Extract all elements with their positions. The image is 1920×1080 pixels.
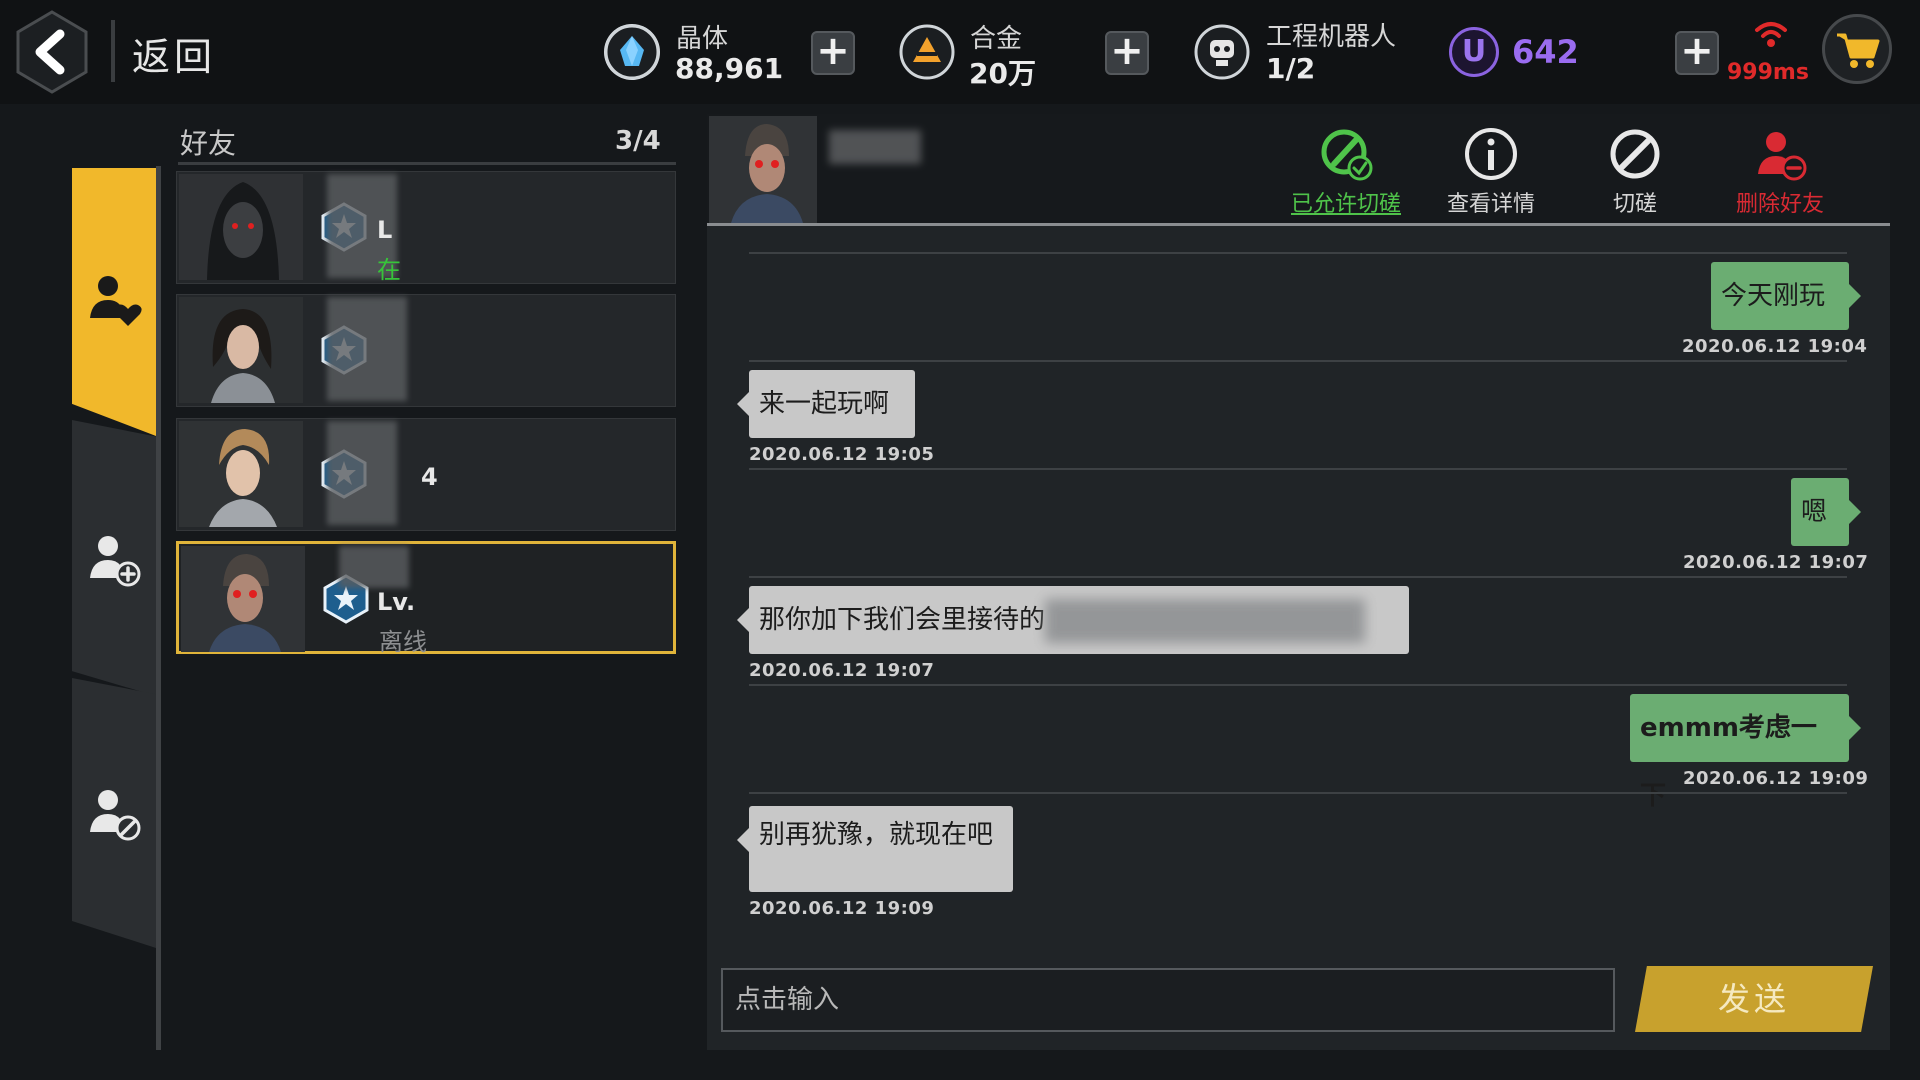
back-arrow-icon xyxy=(16,10,88,94)
divider xyxy=(749,576,1847,578)
message-timestamp: 2020.06.12 19:09 xyxy=(1683,768,1869,789)
chat-input[interactable] xyxy=(723,970,1613,1030)
redacted-name xyxy=(327,297,407,401)
friend-item[interactable]: L 在 xyxy=(176,171,676,284)
delete-friend-icon xyxy=(1758,132,1807,181)
crystal-value: 88,961 xyxy=(675,52,784,85)
divider xyxy=(749,468,1847,470)
avatar xyxy=(709,116,817,223)
robot-label: 工程机器人 xyxy=(1266,22,1397,52)
friend-level: 4 xyxy=(421,463,438,491)
friend-list-title: 好友 xyxy=(180,127,237,160)
delete-friend-button[interactable]: 删除好友 xyxy=(1715,126,1845,222)
divider xyxy=(749,360,1847,362)
message-timestamp: 2020.06.12 19:04 xyxy=(1682,336,1868,357)
avatar xyxy=(179,421,303,527)
duel-button[interactable]: 切磋 xyxy=(1570,126,1700,222)
back-label[interactable]: 返回 xyxy=(132,26,216,81)
friend-status: 在 xyxy=(377,256,401,284)
friends-heart-icon xyxy=(90,276,142,326)
redacted-text xyxy=(1045,598,1366,643)
allowed-duel-label: 已允许切磋 xyxy=(1290,192,1401,217)
crystal-icon xyxy=(604,24,660,80)
tab-blocklist[interactable] xyxy=(72,678,156,948)
chat-panel: 已允许切磋 查看详情 切磋 删除好友 今天刚玩 2020.06.12 19:04… xyxy=(707,114,1890,1050)
avatar xyxy=(181,546,305,652)
message-bubble-friend[interactable]: 来一起玩啊 xyxy=(737,370,915,438)
message-text: 那你加下我们会里接待的 xyxy=(759,605,1046,635)
friend-item[interactable]: 4 xyxy=(176,418,676,531)
tab-friends[interactable] xyxy=(72,168,156,436)
side-rail xyxy=(156,166,161,1050)
add-friend-icon xyxy=(90,536,141,587)
message-timestamp: 2020.06.12 19:07 xyxy=(749,660,935,681)
avatar xyxy=(179,174,303,280)
avatar xyxy=(179,297,303,403)
cart-icon xyxy=(1837,33,1880,68)
message-bubble-mine[interactable]: 今天刚玩 xyxy=(1711,262,1861,330)
friend-level: L xyxy=(377,216,393,244)
allowed-duel-icon xyxy=(1321,129,1373,181)
message-timestamp: 2020.06.12 19:05 xyxy=(749,444,935,465)
crystal-label: 晶体 xyxy=(676,24,729,54)
add-crystal-button[interactable]: + xyxy=(811,31,855,75)
redacted-name xyxy=(327,421,397,525)
u-currency-value: 642 xyxy=(1512,33,1579,71)
view-details-button[interactable]: 查看详情 xyxy=(1426,126,1556,222)
delete-friend-label: 删除好友 xyxy=(1735,192,1824,217)
friend-item-selected[interactable]: Lv. 离线 xyxy=(176,541,676,656)
info-icon xyxy=(1465,128,1517,180)
friend-status: 离线 xyxy=(379,628,427,656)
friend-count: 3/4 xyxy=(615,126,661,156)
message-bubble-friend[interactable]: 那你加下我们会里接待的 xyxy=(737,586,1409,654)
divider xyxy=(178,162,676,165)
ping-value: 999ms xyxy=(1727,60,1809,85)
divider xyxy=(749,252,1847,254)
allowed-duel-button[interactable]: 已允许切磋 xyxy=(1281,126,1411,222)
divider xyxy=(749,792,1847,794)
alloy-value: 20万 xyxy=(969,57,1036,90)
robot-value: 1/2 xyxy=(1266,52,1316,85)
redacted-name xyxy=(829,130,921,164)
alloy-icon xyxy=(899,24,955,80)
message-bubble-friend[interactable]: 别再犹豫，就现在吧 xyxy=(737,806,1013,892)
back-button[interactable] xyxy=(14,10,90,94)
block-user-icon xyxy=(90,790,141,841)
friend-level: Lv. xyxy=(377,588,416,616)
robot-icon xyxy=(1194,24,1250,80)
redacted-name xyxy=(339,546,409,588)
duel-icon xyxy=(1610,129,1660,179)
send-button[interactable]: 发送 xyxy=(1635,966,1873,1032)
add-alloy-button[interactable]: + xyxy=(1105,31,1149,75)
wifi-icon xyxy=(1755,22,1787,47)
divider xyxy=(111,20,115,82)
duel-label: 切磋 xyxy=(1612,192,1657,217)
tab-add-friend[interactable] xyxy=(72,420,156,696)
view-details-label: 查看详情 xyxy=(1446,192,1535,217)
message-bubble-mine[interactable]: 嗯 xyxy=(1791,478,1861,546)
message-bubble-mine[interactable]: emmm考虑一下 xyxy=(1630,694,1861,811)
shop-cart-button[interactable] xyxy=(1822,14,1892,84)
message-timestamp: 2020.06.12 19:09 xyxy=(749,898,935,919)
u-currency-icon: U xyxy=(1449,27,1499,77)
alloy-label: 合金 xyxy=(970,24,1023,54)
top-bar: 返回 晶体 88,961 + 合金 20万 + 工程机器人 1/2 U 642 … xyxy=(0,0,1920,104)
chat-header: 已允许切磋 查看详情 切磋 删除好友 xyxy=(707,114,1890,226)
add-u-currency-button[interactable]: + xyxy=(1675,31,1719,75)
message-timestamp: 2020.06.12 19:07 xyxy=(1683,552,1869,573)
chat-input-box[interactable] xyxy=(721,968,1615,1032)
divider xyxy=(749,684,1847,686)
friend-item[interactable] xyxy=(176,294,676,407)
